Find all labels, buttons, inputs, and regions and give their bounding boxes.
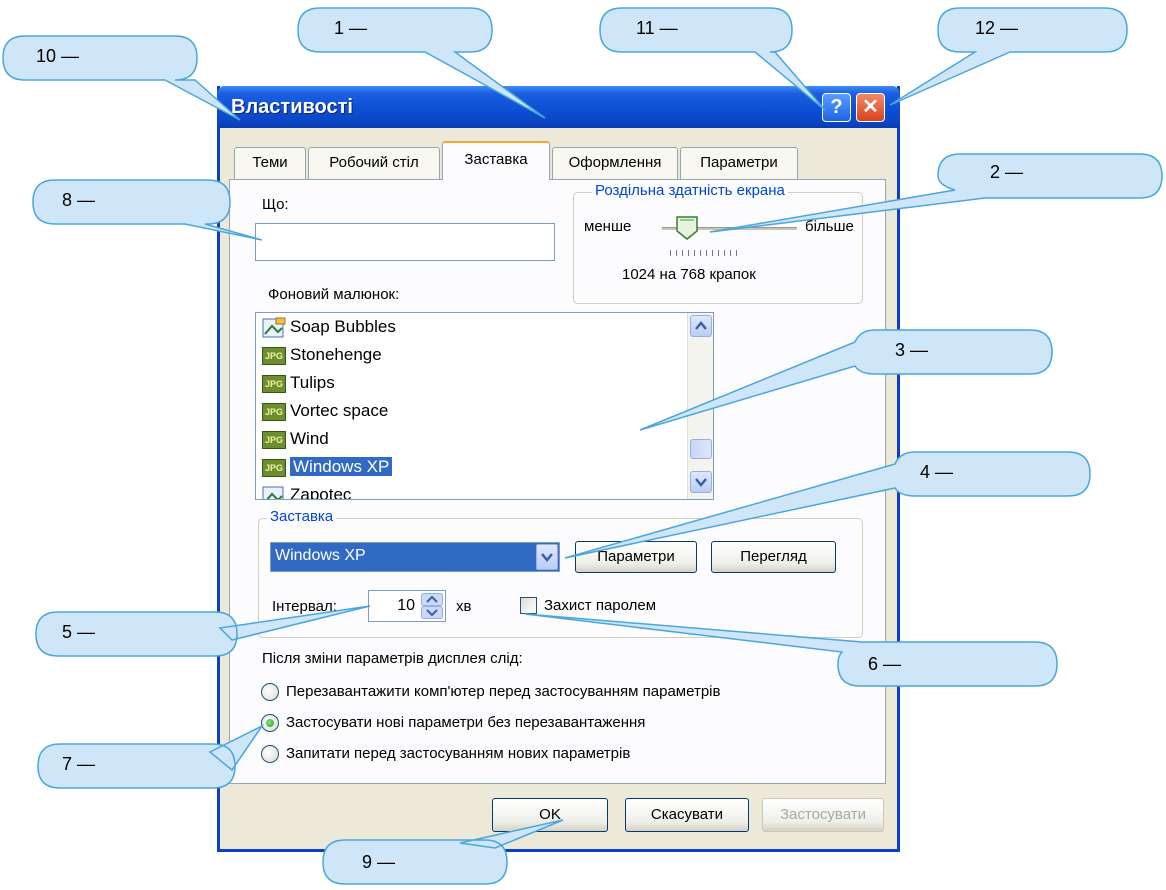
- callout-bubble-4: [564, 451, 1091, 559]
- callout-label-7: 7 —: [62, 754, 96, 774]
- callout-label-8: 8 —: [62, 190, 96, 210]
- callout-label-4: 4 —: [920, 462, 954, 482]
- callout-layer: .cb{fill:#cfe6f8;stroke:#4aa6dc;stroke-w…: [2, 7, 1163, 885]
- callout-label-2: 2 —: [990, 162, 1024, 182]
- callout-label-12: 12 —: [975, 18, 1019, 38]
- callout-label-5: 5 —: [62, 622, 96, 642]
- callout-label-9: 9 —: [362, 852, 396, 872]
- callout-label-11: 11 —: [636, 18, 678, 38]
- callout-label-3: 3 —: [895, 340, 929, 360]
- callout-bubble-2: [709, 153, 1163, 233]
- callout-label-1: 1 —: [334, 18, 368, 38]
- callout-bubble-9: [322, 819, 564, 885]
- callout-label-10: 10 —: [36, 46, 80, 66]
- callout-bubble-3: [639, 329, 1053, 431]
- callout-bubble-11: [599, 7, 826, 111]
- callout-bubble-6: [524, 613, 1058, 687]
- callout-label-6: 6 —: [868, 654, 902, 674]
